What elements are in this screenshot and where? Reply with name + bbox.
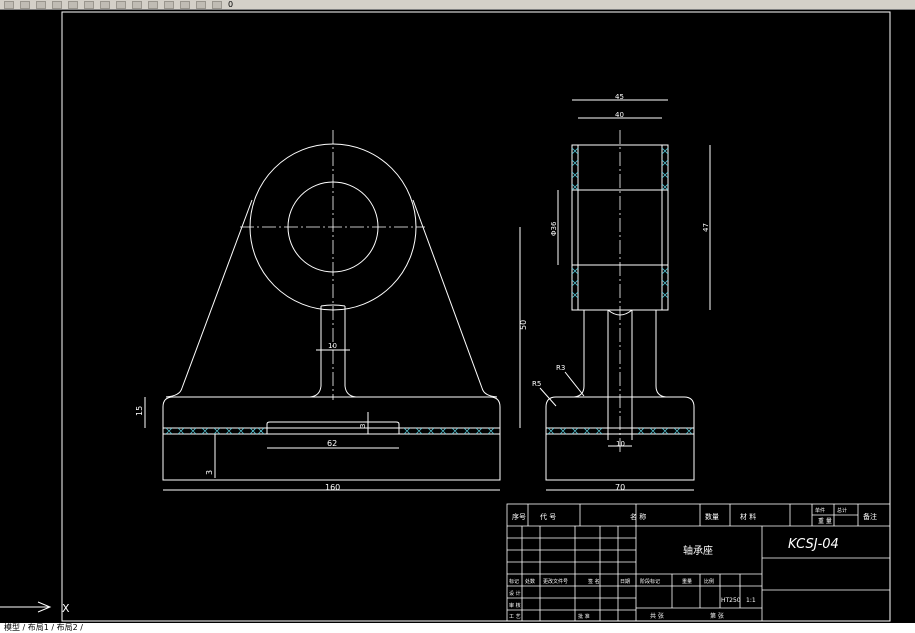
- hdr-remark: 备注: [863, 512, 877, 521]
- dim-62-text: 62: [327, 439, 337, 448]
- hdr-seq: 序号: [512, 512, 526, 521]
- web-right: [344, 306, 357, 398]
- row-change: 更改文件号: [543, 578, 568, 585]
- role-approve: 批 准: [578, 613, 590, 620]
- role-process: 工 艺: [509, 614, 521, 620]
- weight-label: 重量: [682, 578, 692, 585]
- dim-r3-text: R3: [556, 364, 565, 372]
- layers-icon[interactable]: [212, 0, 222, 9]
- open-icon[interactable]: [20, 0, 30, 9]
- side-view: 45 40 Φ36 47 70 10 R3 R5: [532, 93, 711, 492]
- hdr-name: 名 称: [630, 512, 646, 521]
- preview-icon[interactable]: [68, 0, 78, 9]
- dim-slot3-text: 3: [359, 424, 367, 428]
- hatch-left: [165, 427, 265, 435]
- dim-3-text: 3: [205, 470, 214, 475]
- hdr-weight: 重 量: [818, 517, 832, 525]
- dim-r5-text: R5: [532, 380, 541, 388]
- left-rib-fillet: [165, 387, 183, 398]
- dim-47-text: 47: [702, 223, 710, 232]
- sheet-total: 共 张: [650, 612, 664, 620]
- side-hatch-left: [571, 147, 579, 299]
- drawing-border: [61, 11, 891, 622]
- dim-45-text: 45: [615, 93, 624, 101]
- hdr-qty: 数量: [705, 512, 719, 521]
- role-review: 审 核: [509, 602, 521, 609]
- model-tabs-bar[interactable]: 模型 / 布局1 / 布局2 /: [0, 623, 915, 633]
- dim-rib10-text: 10: [616, 440, 625, 448]
- zoom-icon[interactable]: [180, 0, 190, 9]
- pan-icon[interactable]: [164, 0, 174, 9]
- leader-r3: [564, 371, 585, 397]
- ucs-icon: X: [0, 601, 70, 615]
- right-rib-line: [412, 199, 483, 389]
- new-icon[interactable]: [4, 0, 14, 9]
- dim-50-text: 50: [519, 320, 528, 330]
- row-date: 日期: [620, 579, 630, 585]
- dim-36-text: Φ36: [550, 221, 558, 236]
- right-rib-fillet: [481, 387, 498, 398]
- role-design: 设 计: [509, 590, 521, 597]
- web-left: [309, 306, 322, 398]
- drawing-canvas[interactable]: 160 50 15 62 3 10 3 45 40 Φ36 47 70 10 R…: [0, 10, 915, 623]
- row-sign: 签 名: [588, 578, 600, 585]
- cut-icon[interactable]: [84, 0, 94, 9]
- redo-icon[interactable]: [148, 0, 158, 9]
- hatch-right: [403, 427, 495, 435]
- dim-40-text: 40: [615, 111, 624, 119]
- row-mark: 标记: [509, 578, 519, 585]
- paste-icon[interactable]: [116, 0, 126, 9]
- stage-label: 阶段标记: [640, 578, 660, 585]
- drawing-code: KCSJ-04: [788, 537, 839, 552]
- layer-selector[interactable]: 0: [228, 0, 233, 9]
- row-count: 处数: [525, 578, 535, 585]
- side-hatch-right: [661, 147, 669, 299]
- title-block-frame: [506, 503, 891, 622]
- front-view: 160 50 15 62 3 10 3: [135, 130, 528, 492]
- print-icon[interactable]: [52, 0, 62, 9]
- side-stem-left: [573, 310, 585, 398]
- save-icon[interactable]: [36, 0, 46, 9]
- material-value: HT250: [721, 597, 741, 604]
- hdr-material: 材 料: [740, 512, 756, 521]
- left-rib-line: [181, 199, 253, 389]
- side-stem-right: [655, 310, 667, 398]
- sheet-no: 第 张: [710, 612, 724, 620]
- scale-value: 1:1: [746, 597, 756, 604]
- properties-icon[interactable]: [196, 0, 206, 9]
- standard-toolbar: 0: [0, 0, 915, 10]
- web-top: [320, 304, 346, 307]
- dim-160-text: 160: [325, 483, 340, 492]
- hdr-single: 单件: [815, 507, 825, 514]
- hdr-total: 总计: [837, 507, 847, 514]
- dim-70-text: 70: [615, 483, 625, 492]
- scale-label: 比例: [704, 578, 714, 585]
- undo-icon[interactable]: [132, 0, 142, 9]
- title-block: 序号 代 号 名 称 数量 材 料 单件 总计 重 量 备注 标记 处数 更改文…: [506, 503, 891, 622]
- ucs-x-label: X: [62, 602, 70, 615]
- dim-15-text: 15: [135, 406, 144, 416]
- copy-icon[interactable]: [100, 0, 110, 9]
- dim-10-text: 10: [328, 342, 337, 350]
- part-name: 轴承座: [683, 544, 713, 557]
- hdr-code: 代 号: [540, 512, 556, 521]
